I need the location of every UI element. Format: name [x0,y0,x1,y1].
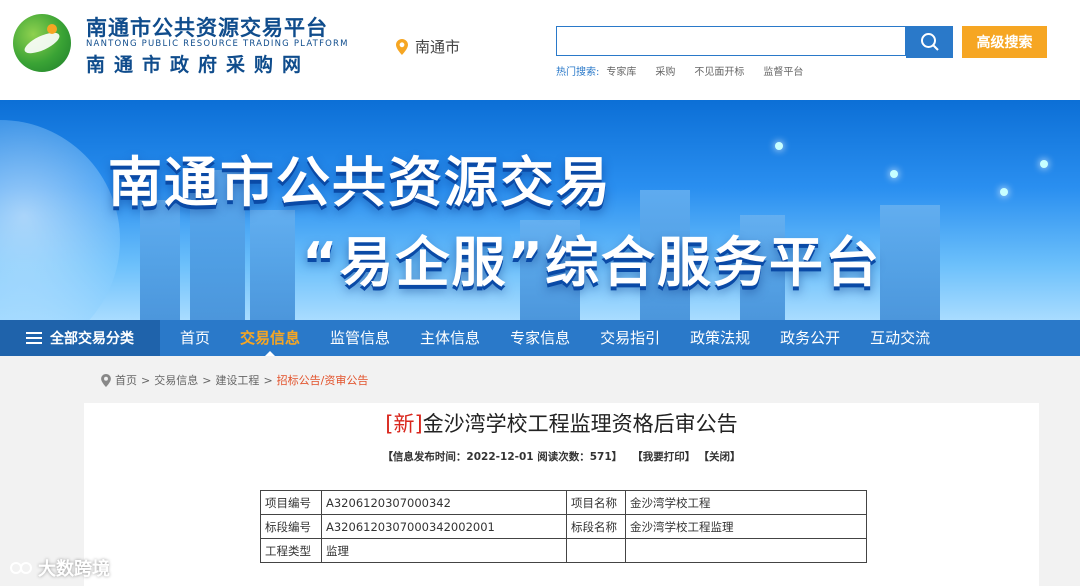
table-cell-key: 工程类型 [260,538,322,563]
table-cell-value [625,538,867,563]
breadcrumb: 首页 > 交易信息 > 建设工程 > 招标公告/资审公告 [101,372,368,388]
banner-title-line1: 南通市公共资源交易 [108,151,612,214]
hot-search-item[interactable]: 专家库 [606,63,636,78]
nav-item-trading-info[interactable]: 交易信息 [226,320,314,356]
building-decoration [880,205,940,320]
nav-item-expert[interactable]: 专家信息 [496,320,584,356]
table-cell-value: A3206120307000342002001 [321,514,567,539]
logo-subtitle-en: NANTONG PUBLIC RESOURCE TRADING PLATFORM [86,39,349,49]
nav-item-interaction[interactable]: 互动交流 [856,320,944,356]
light-dot-decoration [1000,188,1008,196]
logo-icon[interactable] [13,14,71,72]
nav-item-policy[interactable]: 政策法规 [676,320,764,356]
nav-item-home[interactable]: 首页 [166,320,224,356]
watermark-text: 大数跨境 [38,559,110,580]
search-input[interactable] [556,26,906,56]
table-cell-key [566,538,626,563]
article-title-text: 金沙湾学校工程监理资格后审公告 [422,412,738,436]
new-badge: [新] [385,412,423,436]
location-pin-icon [396,38,408,55]
table-cell-value: 监理 [321,538,567,563]
breadcrumb-item[interactable]: 建设工程 [215,372,259,388]
article-meta: 【信息发布时间：2022-12-01 阅读次数：571】 【我要打印】 【关闭】 [84,449,1039,464]
search-icon [920,33,939,51]
light-dot-decoration [1040,160,1048,168]
site-header: 南通市公共资源交易平台 NANTONG PUBLIC RESOURCE TRAD… [0,0,1080,100]
breadcrumb-item[interactable]: 首页 [115,372,137,388]
nav-item-public-affairs[interactable]: 政务公开 [766,320,854,356]
light-dot-decoration [890,170,898,178]
table-cell-key: 项目编号 [260,490,322,515]
table-cell-value: 金沙湾学校工程 [625,490,867,515]
table-row: 工程类型 监理 [260,538,867,563]
menu-icon [26,332,42,344]
hot-search: 热门搜索: 专家库 采购 不见面开标 监督平台 [556,63,803,78]
table-cell-value: 金沙湾学校工程监理 [625,514,867,539]
hot-search-item[interactable]: 不见面开标 [694,63,744,78]
watermark-logo-icon [10,562,32,574]
advanced-search-button[interactable]: 高级搜索 [962,26,1047,58]
breadcrumb-current[interactable]: 招标公告/资审公告 [277,372,369,388]
nav-item-entity[interactable]: 主体信息 [406,320,494,356]
logo-title[interactable]: 南通市公共资源交易平台 [86,12,328,42]
publish-info: 【信息发布时间：2022-12-01 阅读次数：571】 [382,451,623,463]
breadcrumb-separator: > [202,373,212,387]
nav-items: 首页 交易信息 监管信息 主体信息 专家信息 交易指引 政策法规 政务公开 互动… [166,320,946,356]
all-categories-button[interactable]: 全部交易分类 [0,320,160,356]
nav-item-guide[interactable]: 交易指引 [586,320,674,356]
hot-search-label: 热门搜索: [556,67,600,78]
search-button[interactable] [906,26,953,58]
article-card: [新]金沙湾学校工程监理资格后审公告 【信息发布时间：2022-12-01 阅读… [84,403,1039,586]
hot-search-item[interactable]: 采购 [655,63,675,78]
city-label: 南通市 [415,38,461,56]
table-cell-key: 项目名称 [566,490,626,515]
nav-item-supervision[interactable]: 监管信息 [316,320,404,356]
breadcrumb-separator: > [141,373,151,387]
logo-subtitle-cn: 南通市政府采购网 [86,54,311,76]
building-decoration [250,210,295,320]
globe-decoration [0,120,120,320]
table-cell-value: A3206120307000342 [321,490,567,515]
table-row: 项目编号 A3206120307000342 项目名称 金沙湾学校工程 [260,490,867,515]
watermark: 大数跨境 [10,555,110,581]
table-cell-key: 标段名称 [566,514,626,539]
main-nav: 全部交易分类 首页 交易信息 监管信息 主体信息 专家信息 交易指引 政策法规 … [0,320,1080,356]
all-categories-label: 全部交易分类 [50,331,134,347]
hero-banner: 南通市公共资源交易 “易企服”综合服务平台 [0,100,1080,320]
banner-title-line2: “易企服”综合服务平台 [302,231,881,294]
location-icon [101,373,111,387]
light-dot-decoration [775,142,783,150]
hot-search-item[interactable]: 监督平台 [763,63,803,78]
breadcrumb-separator: > [263,373,273,387]
table-cell-key: 标段编号 [260,514,322,539]
building-decoration [140,200,180,320]
table-row: 标段编号 A3206120307000342002001 标段名称 金沙湾学校工… [260,514,867,539]
article-title: [新]金沙湾学校工程监理资格后审公告 [84,408,1039,438]
print-link[interactable]: 【我要打印】 [632,451,695,463]
city-selector[interactable]: 南通市 [396,36,460,57]
project-info-table: 项目编号 A3206120307000342 项目名称 金沙湾学校工程 标段编号… [260,490,867,563]
close-link[interactable]: 【关闭】 [699,451,741,463]
breadcrumb-item[interactable]: 交易信息 [154,372,198,388]
